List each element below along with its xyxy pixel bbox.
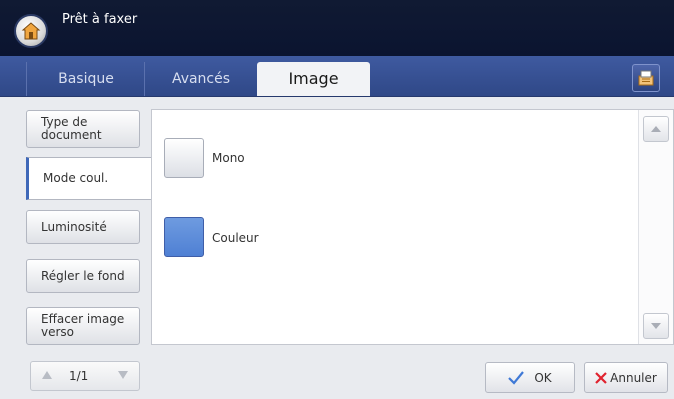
scrollbar[interactable] xyxy=(638,110,673,344)
top-bar: Prêt à faxer xyxy=(0,0,674,56)
page-title: Prêt à faxer xyxy=(62,12,138,27)
page-up-icon[interactable] xyxy=(41,370,53,380)
tab-image[interactable]: Image xyxy=(257,62,370,96)
ok-button[interactable]: OK xyxy=(485,362,575,393)
page-navigator: 1/1 xyxy=(30,361,140,391)
couleur-option-label: Couleur xyxy=(212,231,259,245)
check-icon xyxy=(508,370,525,385)
options-panel: Mono Couleur xyxy=(151,109,674,345)
side-item-type-document[interactable]: Type de document xyxy=(26,110,140,148)
ok-label: OK xyxy=(534,370,552,385)
home-button[interactable] xyxy=(14,14,48,48)
cancel-button[interactable]: Annuler xyxy=(584,362,668,393)
cancel-label: Annuler xyxy=(610,370,657,385)
mono-option-label: Mono xyxy=(212,151,245,165)
couleur-option-button[interactable] xyxy=(164,217,204,257)
scroll-down-button[interactable] xyxy=(643,313,669,339)
triangle-down-icon xyxy=(651,323,661,329)
scroll-up-button[interactable] xyxy=(643,116,669,142)
tab-basique[interactable]: Basique xyxy=(26,62,145,96)
page-down-icon[interactable] xyxy=(117,370,129,380)
close-icon xyxy=(595,371,607,384)
job-status-button[interactable] xyxy=(632,64,660,92)
home-icon xyxy=(21,22,41,40)
job-status-icon xyxy=(638,70,654,86)
side-item-mode-couleur[interactable]: Mode coul. xyxy=(26,157,152,200)
side-item-luminosite[interactable]: Luminosité xyxy=(26,210,140,244)
mono-option-button[interactable] xyxy=(164,138,204,178)
side-item-effacer-verso[interactable]: Effacer image verso xyxy=(26,307,140,345)
triangle-up-icon xyxy=(651,126,661,132)
side-item-regler-fond[interactable]: Régler le fond xyxy=(26,259,140,293)
tab-avances[interactable]: Avancés xyxy=(144,62,257,96)
tab-bar: Basique Avancés Image xyxy=(0,56,674,97)
page-indicator: 1/1 xyxy=(69,369,89,383)
